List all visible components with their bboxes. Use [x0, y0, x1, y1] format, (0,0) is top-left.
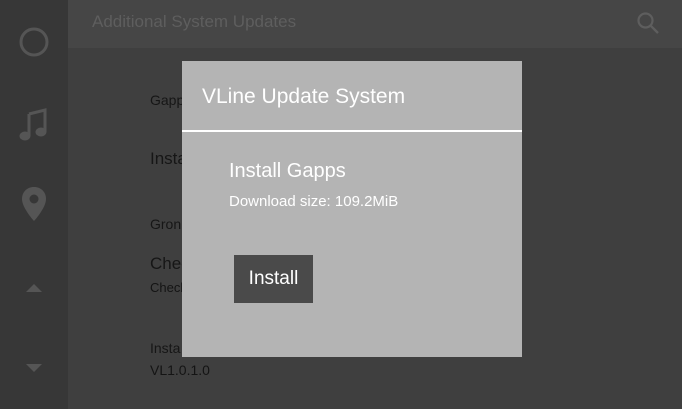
app-header: Additional System Updates	[68, 0, 682, 48]
nav-item-home[interactable]	[0, 20, 68, 64]
update-dialog: VLine Update System Install Gapps Downlo…	[182, 61, 522, 357]
list-item-sublabel: VL1.0.1.0	[150, 362, 210, 378]
arrow-up-icon	[26, 284, 42, 292]
circle-icon	[19, 27, 49, 57]
list-item[interactable]: Gron	[150, 216, 181, 232]
search-icon	[637, 12, 659, 34]
dialog-title: VLine Update System	[202, 85, 406, 108]
update-item-title: Install Gapps	[229, 160, 346, 182]
dialog-divider	[182, 130, 522, 132]
nav-rail	[0, 0, 68, 409]
music-note-icon	[19, 108, 47, 141]
search-button[interactable]	[636, 11, 660, 40]
nav-item-location[interactable]	[0, 180, 68, 228]
nav-item-music[interactable]	[0, 102, 68, 150]
arrow-down-icon	[26, 364, 42, 372]
location-pin-icon	[22, 187, 46, 221]
nav-scroll-down[interactable]	[0, 356, 68, 380]
nav-scroll-up[interactable]	[0, 276, 68, 300]
install-button[interactable]: Install	[234, 255, 313, 303]
list-item-label: Gron	[150, 216, 182, 232]
page-title: Additional System Updates	[92, 12, 297, 31]
download-size-label: Download size: 109.2MiB	[229, 193, 399, 210]
